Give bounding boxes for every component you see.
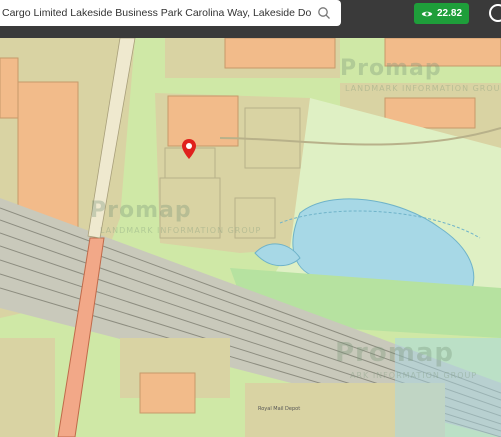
address-search-bar[interactable]: Cargo Limited Lakeside Business Park Car… — [0, 0, 341, 26]
views-count: 22.82 — [436, 8, 463, 19]
watermark-tagline-2: LANDMARK INFORMATION GROUP — [345, 84, 501, 93]
map-view[interactable]: Promap LANDMARK INFORMATION GROUP Promap… — [0, 38, 501, 437]
watermark-tagline-1: LANDMARK INFORMATION GROUP — [100, 226, 262, 235]
watermark-brand-1: Promap — [90, 198, 192, 223]
address-text[interactable]: Cargo Limited Lakeside Business Park Car… — [2, 7, 312, 19]
views-badge[interactable]: 22.82 — [414, 3, 469, 24]
watermark-tagline-3: ARK INFORMATION GROUP — [350, 371, 478, 380]
watermark-brand-3: Promap — [335, 338, 454, 368]
map-pin-icon[interactable] — [182, 139, 196, 159]
account-icon[interactable] — [489, 4, 501, 22]
watermark-brand-2: Promap — [340, 56, 442, 81]
eye-icon — [421, 11, 433, 16]
search-icon[interactable] — [317, 6, 331, 20]
top-bar: Cargo Limited Lakeside Business Park Car… — [0, 0, 501, 38]
building-label: Royal Mail Depot — [258, 406, 301, 412]
